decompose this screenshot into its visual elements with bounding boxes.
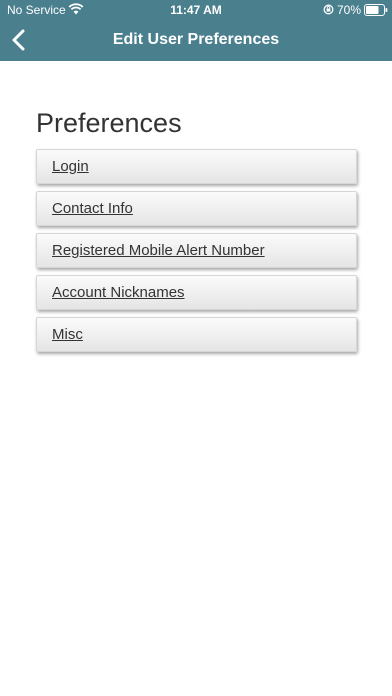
preference-label[interactable]: Login [37,150,356,183]
nav-title: Edit User Preferences [112,31,280,48]
preference-login-button[interactable]: Login [36,149,357,184]
preference-label[interactable]: Registered Mobile Alert Number [37,234,356,267]
preference-label[interactable]: Misc [37,318,356,351]
battery-percent: 70% [337,3,362,17]
status-bar: No Service 11:47 AM 70% [0,0,392,20]
page-title: Preferences [36,108,182,138]
orientation-lock-icon [323,4,334,15]
preference-label[interactable]: Account Nicknames [37,276,356,309]
preference-label[interactable]: Contact Info [37,192,356,225]
battery-icon [364,4,388,16]
preference-contact-info-button[interactable]: Contact Info [36,191,357,226]
top-bar: No Service 11:47 AM 70% Edit User Prefer… [0,0,392,61]
preference-mobile-alert-number-button[interactable]: Registered Mobile Alert Number [36,233,357,268]
preference-account-nicknames-button[interactable]: Account Nicknames [36,275,357,310]
preferences-list: Login Contact Info Registered Mobile Ale… [36,149,357,359]
preference-misc-button[interactable]: Misc [36,317,357,352]
